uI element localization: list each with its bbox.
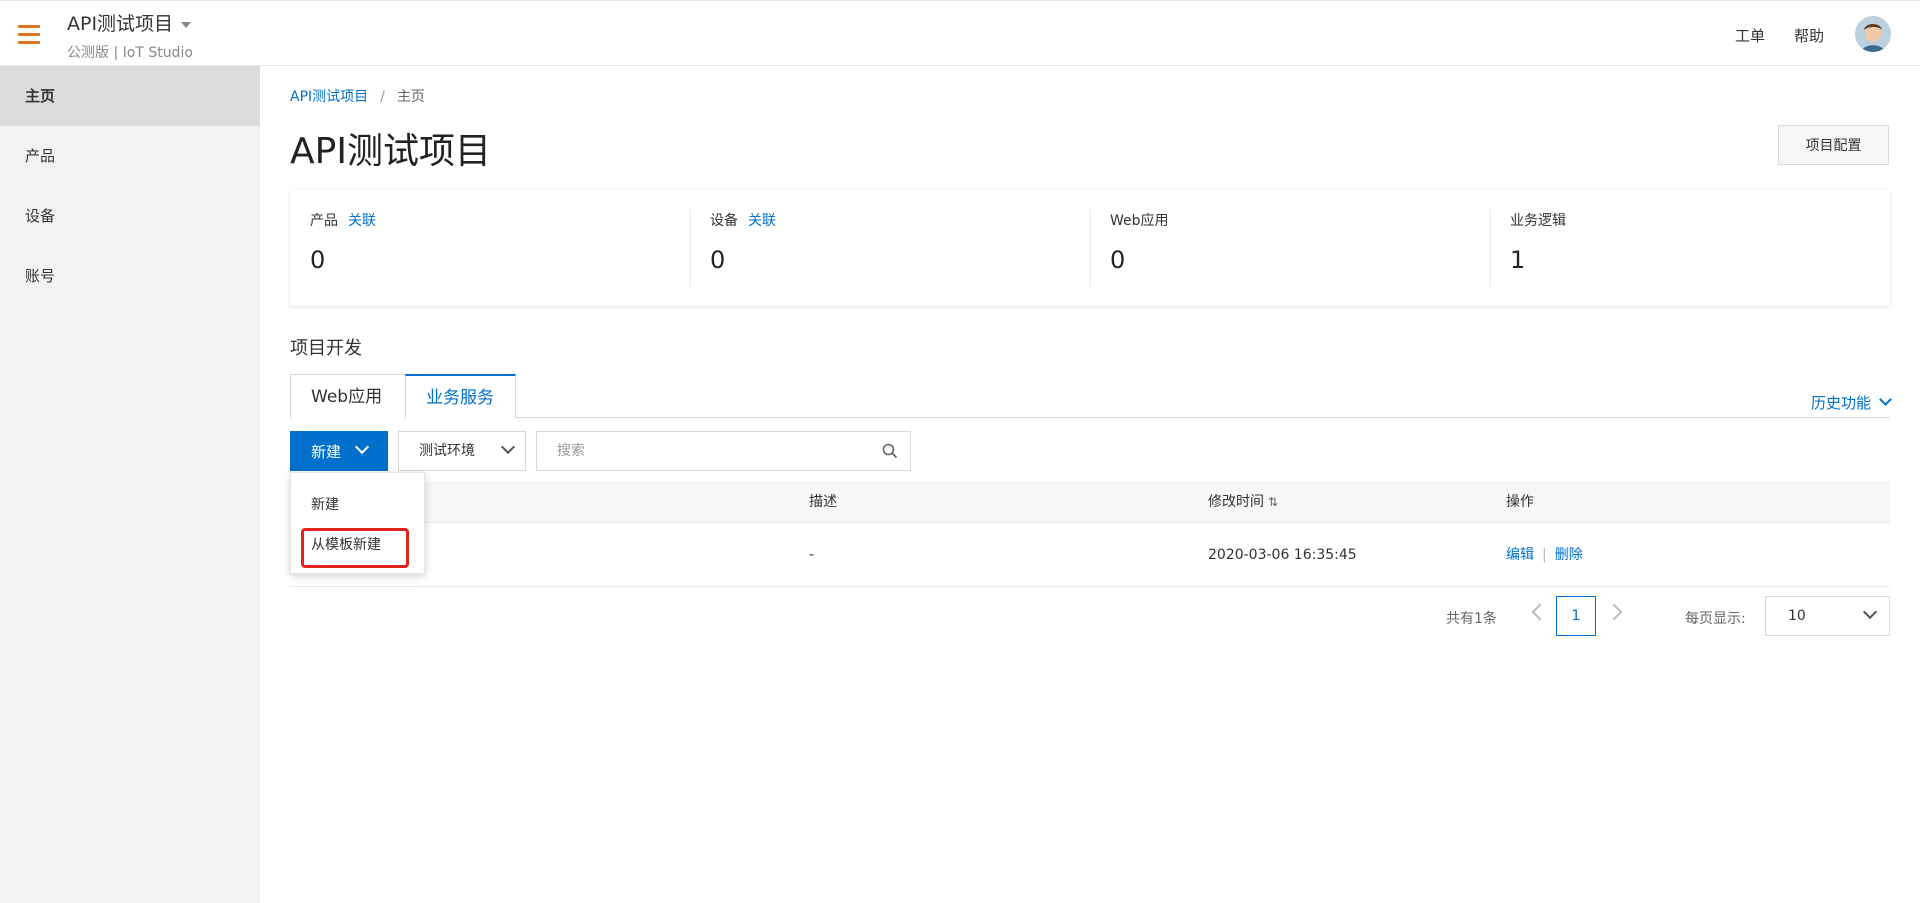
pagination: 共有1条 1 每页显示: 10 xyxy=(290,596,1890,636)
project-switcher[interactable]: API测试项目 xyxy=(67,9,192,36)
top-bar: API测试项目 公测版 | IoT Studio 工单 帮助 xyxy=(0,0,1920,66)
table-header: 描述 修改时间 ⇅ 操作 xyxy=(290,481,1890,523)
menu-icon[interactable] xyxy=(18,25,40,44)
search-input[interactable] xyxy=(537,432,857,470)
new-button[interactable]: 新建 xyxy=(290,431,388,471)
page-title: API测试项目 xyxy=(290,131,491,172)
stat-web-apps: Web应用 0 xyxy=(1090,190,1490,306)
stat-devices: 设备 关联 0 xyxy=(690,190,1090,306)
page-number[interactable]: 1 xyxy=(1556,596,1596,636)
per-page-value: 10 xyxy=(1788,608,1806,624)
column-header-description: 描述 xyxy=(809,494,837,510)
stat-business-logic: 业务逻辑 1 xyxy=(1490,190,1890,306)
stat-value: 1 xyxy=(1510,246,1526,274)
sidebar-item-devices[interactable]: 设备 xyxy=(0,186,260,246)
search-box xyxy=(536,431,911,471)
column-header-modified[interactable]: 修改时间 ⇅ xyxy=(1208,481,1278,523)
stat-value: 0 xyxy=(1110,246,1126,274)
sidebar-item-accounts[interactable]: 账号 xyxy=(0,246,260,306)
services-table: 描述 修改时间 ⇅ 操作 - 2020-03-06 16:35:45 编辑 | 删除 xyxy=(290,481,1890,587)
new-label: 新建 xyxy=(311,442,342,461)
edit-link[interactable]: 编辑 xyxy=(1506,547,1534,563)
tab-business-services[interactable]: 业务服务 xyxy=(405,374,516,419)
prev-page-icon[interactable] xyxy=(1531,603,1549,621)
history-features-toggle[interactable]: 历史功能 xyxy=(1810,392,1892,413)
environment-select[interactable]: 测试环境 xyxy=(398,431,526,471)
toolbar: 新建 测试环境 xyxy=(290,431,990,471)
sidebar: 主页 产品 设备 账号 xyxy=(0,66,260,903)
menu-item-new[interactable]: 新建 xyxy=(311,494,339,514)
stat-label: 产品 xyxy=(310,213,338,229)
breadcrumb: API测试项目 / 主页 xyxy=(290,86,425,106)
sidebar-item-home[interactable]: 主页 xyxy=(0,66,260,126)
stat-products: 产品 关联 0 xyxy=(290,190,690,306)
products-link[interactable]: 关联 xyxy=(348,213,376,229)
cell-description: - xyxy=(809,547,815,563)
stats-panel: 产品 关联 0 设备 关联 0 Web应用 0 业务逻辑 1 xyxy=(290,190,1890,306)
action-divider: | xyxy=(1542,547,1547,563)
project-title: API测试项目 xyxy=(67,13,174,35)
next-page-icon[interactable] xyxy=(1605,603,1623,621)
tab-web-apps[interactable]: Web应用 xyxy=(290,374,406,419)
column-header-actions: 操作 xyxy=(1506,494,1534,510)
breadcrumb-root[interactable]: API测试项目 xyxy=(290,89,368,105)
new-dropdown-menu: 新建 从模板新建 xyxy=(290,472,425,574)
tab-bar: Web应用 业务服务 历史功能 xyxy=(290,374,1892,419)
sort-icon[interactable]: ⇅ xyxy=(1268,481,1278,523)
section-title: 项目开发 xyxy=(290,338,362,359)
chevron-down-icon xyxy=(1862,604,1878,620)
chevron-down-icon xyxy=(354,439,370,455)
search-icon[interactable] xyxy=(882,443,898,459)
chevron-down-icon xyxy=(500,439,516,455)
delete-link[interactable]: 删除 xyxy=(1555,547,1583,563)
total-count: 共有1条 xyxy=(1446,611,1497,627)
per-page-select[interactable]: 10 xyxy=(1765,596,1890,636)
cell-actions: 编辑 | 删除 xyxy=(1506,523,1583,587)
stat-label: 业务逻辑 xyxy=(1510,213,1566,229)
breadcrumb-separator: / xyxy=(380,89,385,105)
menu-item-new-from-template[interactable]: 从模板新建 xyxy=(311,534,381,554)
stat-label: 设备 xyxy=(710,213,738,229)
chevron-down-icon xyxy=(1879,393,1892,406)
per-page-label: 每页显示: xyxy=(1685,611,1746,627)
ticket-link[interactable]: 工单 xyxy=(1735,25,1765,46)
stat-value: 0 xyxy=(710,246,726,274)
project-config-button[interactable]: 项目配置 xyxy=(1778,125,1889,165)
column-label: 修改时间 xyxy=(1208,494,1264,510)
help-link[interactable]: 帮助 xyxy=(1794,25,1824,46)
caret-down-icon xyxy=(181,21,192,28)
stat-value: 0 xyxy=(310,246,326,274)
table-row: - 2020-03-06 16:35:45 编辑 | 删除 xyxy=(290,523,1890,587)
cell-modified: 2020-03-06 16:35:45 xyxy=(1208,547,1357,563)
avatar[interactable] xyxy=(1855,16,1891,52)
breadcrumb-current: 主页 xyxy=(396,89,425,105)
user-avatar-icon xyxy=(1855,16,1891,52)
history-label: 历史功能 xyxy=(1810,394,1871,412)
devices-link[interactable]: 关联 xyxy=(748,213,776,229)
stat-label: Web应用 xyxy=(1110,213,1169,229)
sidebar-item-products[interactable]: 产品 xyxy=(0,126,260,186)
project-subtitle: 公测版 | IoT Studio xyxy=(67,45,193,61)
environment-value: 测试环境 xyxy=(419,443,475,459)
